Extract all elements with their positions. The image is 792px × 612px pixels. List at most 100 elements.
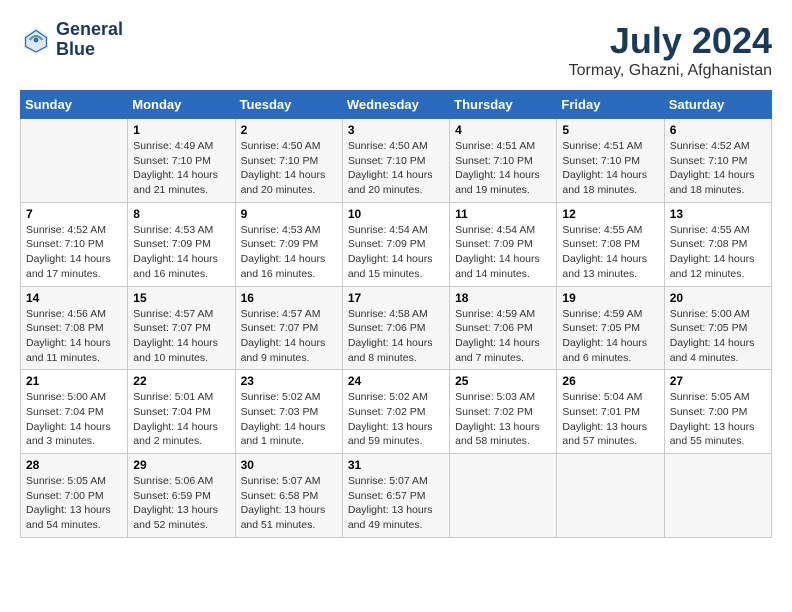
day-info: Sunrise: 5:05 AM Sunset: 7:00 PM Dayligh… (670, 390, 766, 449)
day-number: 27 (670, 374, 766, 388)
day-number: 30 (241, 458, 337, 472)
day-number: 20 (670, 291, 766, 305)
day-info: Sunrise: 4:56 AM Sunset: 7:08 PM Dayligh… (26, 307, 122, 366)
day-info: Sunrise: 5:05 AM Sunset: 7:00 PM Dayligh… (26, 474, 122, 533)
day-number: 17 (348, 291, 444, 305)
calendar-cell: 18 Sunrise: 4:59 AM Sunset: 7:06 PM Dayli… (450, 286, 557, 370)
weekday-header-row: SundayMondayTuesdayWednesdayThursdayFrid… (21, 91, 772, 119)
page-header: General Blue July 2024 Tormay, Ghazni, A… (20, 20, 772, 80)
calendar-cell (664, 454, 771, 538)
day-number: 13 (670, 207, 766, 221)
day-info: Sunrise: 4:49 AM Sunset: 7:10 PM Dayligh… (133, 139, 229, 198)
calendar-cell: 21Sunrise: 5:00 AM Sunset: 7:04 PM Dayli… (21, 370, 128, 454)
day-number: 23 (241, 374, 337, 388)
day-info: Sunrise: 4:53 AM Sunset: 7:09 PM Dayligh… (133, 223, 229, 282)
day-number: 9 (241, 207, 337, 221)
calendar-cell: 30 Sunrise: 5:07 AM Sunset: 6:58 PM Dayli… (235, 454, 342, 538)
calendar-cell: 5 Sunrise: 4:51 AM Sunset: 7:10 PM Daylig… (557, 119, 664, 203)
weekday-header: Sunday (21, 91, 128, 119)
day-number: 16 (241, 291, 337, 305)
logo-icon (20, 24, 52, 56)
day-info: Sunrise: 4:51 AM Sunset: 7:10 PM Dayligh… (455, 139, 551, 198)
day-number: 5 (562, 123, 658, 137)
day-number: 26 (562, 374, 658, 388)
calendar-cell (557, 454, 664, 538)
day-info: Sunrise: 5:01 AM Sunset: 7:04 PM Dayligh… (133, 390, 229, 449)
day-info: Sunrise: 4:54 AM Sunset: 7:09 PM Dayligh… (348, 223, 444, 282)
calendar-cell: 17 Sunrise: 4:58 AM Sunset: 7:06 PM Dayli… (342, 286, 449, 370)
day-number: 10 (348, 207, 444, 221)
day-info: Sunrise: 4:54 AM Sunset: 7:09 PM Dayligh… (455, 223, 551, 282)
day-number: 28 (26, 458, 122, 472)
weekday-header: Saturday (664, 91, 771, 119)
weekday-header: Monday (128, 91, 235, 119)
calendar-cell: 13Sunrise: 4:55 AM Sunset: 7:08 PM Dayli… (664, 202, 771, 286)
day-number: 15 (133, 291, 229, 305)
calendar-cell: 26Sunrise: 5:04 AM Sunset: 7:01 PM Dayli… (557, 370, 664, 454)
day-number: 18 (455, 291, 551, 305)
calendar-cell: 29Sunrise: 5:06 AM Sunset: 6:59 PM Dayli… (128, 454, 235, 538)
day-info: Sunrise: 4:51 AM Sunset: 7:10 PM Dayligh… (562, 139, 658, 198)
calendar-cell: 19Sunrise: 4:59 AM Sunset: 7:05 PM Dayli… (557, 286, 664, 370)
calendar-cell: 9 Sunrise: 4:53 AM Sunset: 7:09 PM Daylig… (235, 202, 342, 286)
calendar-cell (450, 454, 557, 538)
day-number: 29 (133, 458, 229, 472)
day-info: Sunrise: 5:02 AM Sunset: 7:02 PM Dayligh… (348, 390, 444, 449)
calendar-cell: 31 Sunrise: 5:07 AM Sunset: 6:57 PM Dayli… (342, 454, 449, 538)
day-number: 22 (133, 374, 229, 388)
day-info: Sunrise: 4:58 AM Sunset: 7:06 PM Dayligh… (348, 307, 444, 366)
day-number: 8 (133, 207, 229, 221)
calendar-cell: 23 Sunrise: 5:02 AM Sunset: 7:03 PM Dayli… (235, 370, 342, 454)
calendar-cell: 27 Sunrise: 5:05 AM Sunset: 7:00 PM Dayli… (664, 370, 771, 454)
day-number: 11 (455, 207, 551, 221)
day-info: Sunrise: 4:57 AM Sunset: 7:07 PM Dayligh… (133, 307, 229, 366)
weekday-header: Friday (557, 91, 664, 119)
month-title: July 2024 (569, 20, 772, 62)
calendar-cell: 16Sunrise: 4:57 AM Sunset: 7:07 PM Dayli… (235, 286, 342, 370)
day-number: 2 (241, 123, 337, 137)
calendar-cell: 28 Sunrise: 5:05 AM Sunset: 7:00 PM Dayli… (21, 454, 128, 538)
calendar-cell: 10 Sunrise: 4:54 AM Sunset: 7:09 PM Dayli… (342, 202, 449, 286)
weekday-header: Wednesday (342, 91, 449, 119)
location-title: Tormay, Ghazni, Afghanistan (569, 62, 772, 80)
calendar-table: SundayMondayTuesdayWednesdayThursdayFrid… (20, 90, 772, 538)
title-area: July 2024 Tormay, Ghazni, Afghanistan (569, 20, 772, 80)
day-info: Sunrise: 5:07 AM Sunset: 6:58 PM Dayligh… (241, 474, 337, 533)
day-number: 24 (348, 374, 444, 388)
calendar-cell: 20 Sunrise: 5:00 AM Sunset: 7:05 PM Dayli… (664, 286, 771, 370)
day-number: 3 (348, 123, 444, 137)
day-info: Sunrise: 4:50 AM Sunset: 7:10 PM Dayligh… (241, 139, 337, 198)
day-number: 1 (133, 123, 229, 137)
day-number: 19 (562, 291, 658, 305)
day-info: Sunrise: 5:00 AM Sunset: 7:05 PM Dayligh… (670, 307, 766, 366)
day-info: Sunrise: 5:02 AM Sunset: 7:03 PM Dayligh… (241, 390, 337, 449)
day-number: 12 (562, 207, 658, 221)
day-info: Sunrise: 4:50 AM Sunset: 7:10 PM Dayligh… (348, 139, 444, 198)
day-info: Sunrise: 5:00 AM Sunset: 7:04 PM Dayligh… (26, 390, 122, 449)
day-number: 25 (455, 374, 551, 388)
day-number: 14 (26, 291, 122, 305)
day-number: 6 (670, 123, 766, 137)
weekday-header: Tuesday (235, 91, 342, 119)
calendar-week-row: 7Sunrise: 4:52 AM Sunset: 7:10 PM Daylig… (21, 202, 772, 286)
calendar-cell: 6Sunrise: 4:52 AM Sunset: 7:10 PM Daylig… (664, 119, 771, 203)
day-info: Sunrise: 5:07 AM Sunset: 6:57 PM Dayligh… (348, 474, 444, 533)
day-info: Sunrise: 5:03 AM Sunset: 7:02 PM Dayligh… (455, 390, 551, 449)
calendar-cell: 7Sunrise: 4:52 AM Sunset: 7:10 PM Daylig… (21, 202, 128, 286)
calendar-week-row: 21Sunrise: 5:00 AM Sunset: 7:04 PM Dayli… (21, 370, 772, 454)
calendar-cell: 11 Sunrise: 4:54 AM Sunset: 7:09 PM Dayli… (450, 202, 557, 286)
calendar-cell: 4 Sunrise: 4:51 AM Sunset: 7:10 PM Daylig… (450, 119, 557, 203)
calendar-cell: 25 Sunrise: 5:03 AM Sunset: 7:02 PM Dayli… (450, 370, 557, 454)
calendar-week-row: 14 Sunrise: 4:56 AM Sunset: 7:08 PM Dayli… (21, 286, 772, 370)
calendar-cell: 12Sunrise: 4:55 AM Sunset: 7:08 PM Dayli… (557, 202, 664, 286)
calendar-cell: 8 Sunrise: 4:53 AM Sunset: 7:09 PM Daylig… (128, 202, 235, 286)
day-info: Sunrise: 4:59 AM Sunset: 7:06 PM Dayligh… (455, 307, 551, 366)
calendar-cell: 3 Sunrise: 4:50 AM Sunset: 7:10 PM Daylig… (342, 119, 449, 203)
logo-text: General Blue (56, 20, 123, 60)
day-number: 31 (348, 458, 444, 472)
day-info: Sunrise: 4:53 AM Sunset: 7:09 PM Dayligh… (241, 223, 337, 282)
day-number: 4 (455, 123, 551, 137)
calendar-cell: 15 Sunrise: 4:57 AM Sunset: 7:07 PM Dayli… (128, 286, 235, 370)
weekday-header: Thursday (450, 91, 557, 119)
calendar-cell: 14 Sunrise: 4:56 AM Sunset: 7:08 PM Dayli… (21, 286, 128, 370)
